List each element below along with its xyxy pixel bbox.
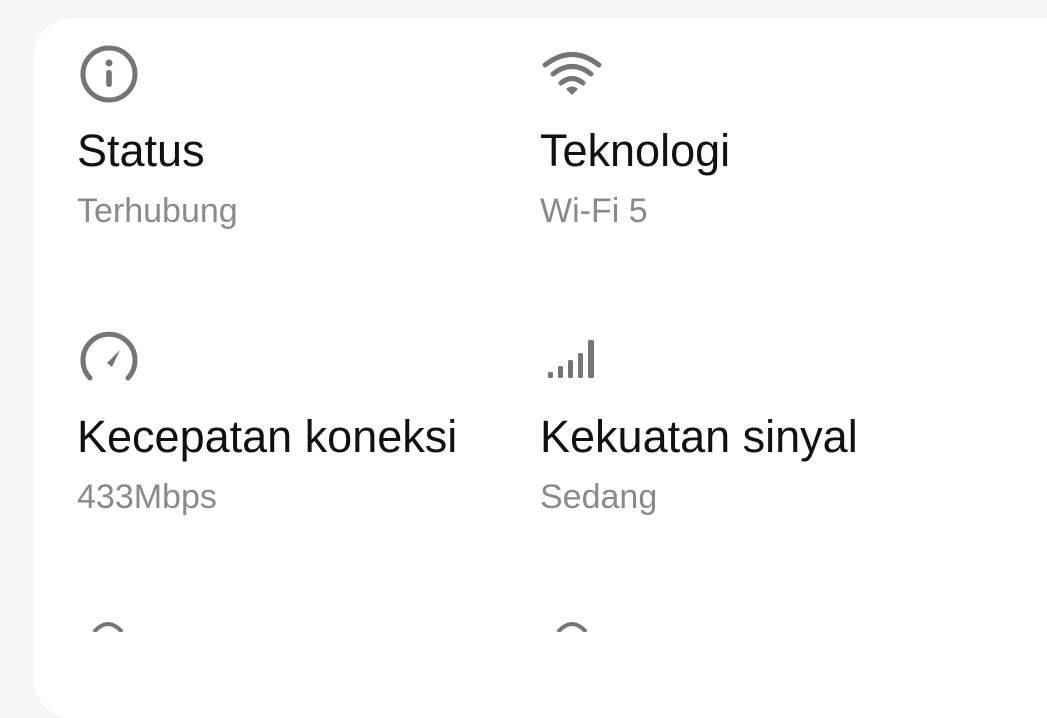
partial-next-icon-left <box>92 622 124 632</box>
status-value: Terhubung <box>77 192 238 230</box>
status-title: Status <box>77 125 205 176</box>
connection-speed-value: 433Mbps <box>77 478 217 516</box>
wifi-icon <box>542 52 602 95</box>
connection-speed-title: Kecepatan koneksi <box>77 411 458 462</box>
signal-strength-value: Sedang <box>540 478 658 516</box>
partial-next-icon-right <box>556 622 588 632</box>
speedometer-icon <box>80 331 138 381</box>
info-icon <box>80 45 138 103</box>
technology-title: Teknologi <box>540 125 731 176</box>
signal-strength-title: Kekuatan sinyal <box>540 411 858 462</box>
technology-value: Wi-Fi 5 <box>540 192 648 230</box>
signal-strength-icon <box>548 340 594 378</box>
